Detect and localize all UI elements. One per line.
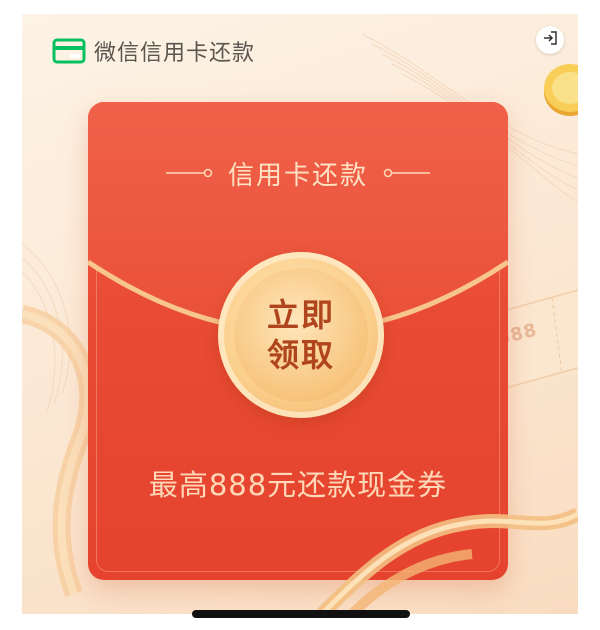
claim-button-face: 立即 领取 — [234, 268, 368, 402]
exit-button[interactable] — [536, 26, 564, 54]
envelope-subtitle: 最高888元还款现金券 — [148, 468, 448, 502]
page-screen: 微信信用卡还款 888 信用卡还款 立即 领取 最高888元还款现金券 — [22, 14, 578, 614]
claim-button-line1: 立即 — [266, 296, 335, 334]
brand-header: 微信信用卡还款 — [52, 36, 255, 66]
envelope-title: 信用卡还款 — [227, 160, 368, 191]
wechat-card-icon — [52, 38, 86, 64]
claim-now-button[interactable]: 立即 领取 — [218, 252, 384, 418]
left-ornament-icon — [165, 168, 213, 178]
envelope-title-row: 信用卡还款 — [88, 156, 508, 191]
right-ornament-icon — [383, 168, 430, 178]
home-indicator[interactable] — [192, 610, 410, 618]
red-envelope: 信用卡还款 立即 领取 最高888元还款现金券 — [88, 102, 508, 580]
claim-button-line2: 领取 — [266, 336, 335, 374]
brand-title: 微信信用卡还款 — [94, 41, 256, 66]
gold-coin-icon — [544, 64, 578, 116]
exit-icon — [542, 30, 558, 50]
